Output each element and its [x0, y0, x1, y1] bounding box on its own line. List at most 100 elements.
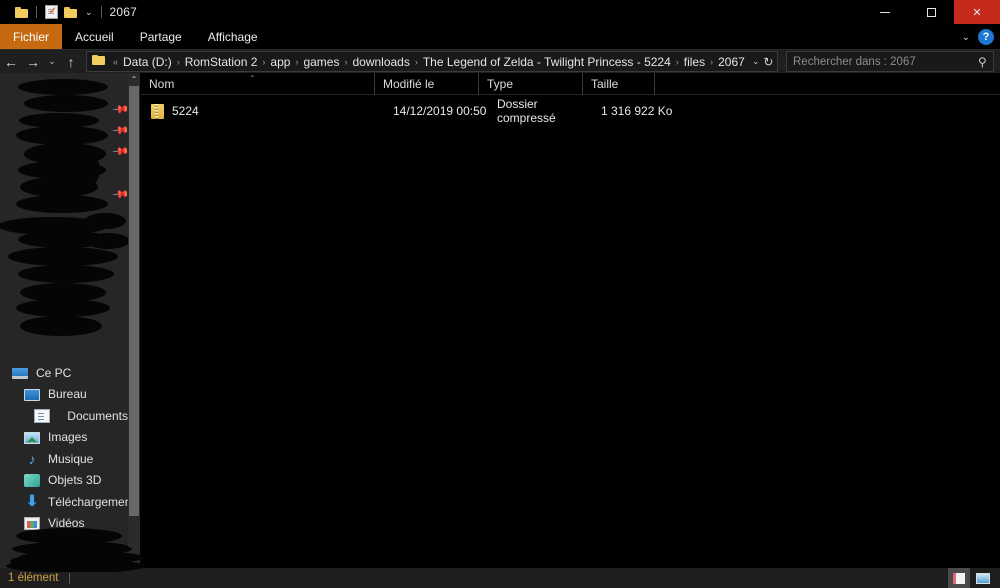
- tab-fichier[interactable]: Fichier: [0, 24, 63, 50]
- ribbon-tabbar: Fichier Accueil Partage Affichage ⌄ ?: [0, 24, 1000, 50]
- details-view-button[interactable]: [948, 568, 970, 588]
- close-button[interactable]: ✕: [954, 0, 1000, 24]
- sidebar-item-ce-pc[interactable]: Ce PC: [0, 362, 128, 384]
- objects-3d-icon: [24, 474, 40, 488]
- forward-button[interactable]: →: [22, 50, 44, 73]
- table-row[interactable]: 5224 14/12/2019 00:50 Dossier compressé …: [141, 97, 1000, 125]
- up-button[interactable]: ↑: [60, 50, 82, 73]
- computer-icon: [12, 367, 28, 379]
- breadcrumb-item-2067[interactable]: 2067: [715, 55, 748, 69]
- tab-affichage[interactable]: Affichage: [195, 24, 271, 50]
- cell-nom: 5224: [172, 104, 199, 118]
- cell-modifie-le: 14/12/2019 00:50: [393, 104, 487, 118]
- breadcrumb-item-zelda[interactable]: The Legend of Zelda - Twilight Princess …: [420, 55, 674, 69]
- scroll-up-arrow-icon[interactable]: ⌃: [128, 73, 140, 86]
- column-header-modifie-le[interactable]: Modifié le: [374, 72, 478, 95]
- address-bar: ← → ⌄ ↑ « Data (D:) › RomStation 2 › app…: [0, 50, 1000, 73]
- documents-icon: [33, 408, 50, 423]
- music-icon: ♪: [28, 450, 36, 467]
- sidebar-item-label: Ce PC: [36, 365, 72, 380]
- search-icon[interactable]: ⚲: [978, 55, 987, 69]
- breadcrumb-item-games[interactable]: games: [300, 55, 342, 69]
- sidebar-item-musique[interactable]: ♪ Musique: [0, 448, 128, 470]
- column-header-spacer: [654, 72, 664, 95]
- refresh-icon[interactable]: ↻: [763, 55, 777, 69]
- back-button[interactable]: ←: [0, 50, 22, 73]
- sidebar-item-label: Bureau: [48, 387, 87, 402]
- explorer-window: ✓ ⌄ 2067 ✕ Fichier Accueil Partage Affic…: [0, 0, 1000, 588]
- breadcrumb-item-app[interactable]: app: [267, 55, 293, 69]
- breadcrumb-folder-icon: [92, 53, 106, 71]
- downloads-icon: ⬇: [25, 492, 39, 510]
- column-header-nom[interactable]: Nom ⌃: [141, 73, 374, 95]
- minimize-button[interactable]: [862, 0, 908, 24]
- customize-qat-chevron-icon[interactable]: ⌄: [81, 0, 97, 24]
- breadcrumb-overflow-icon[interactable]: «: [111, 57, 120, 67]
- file-list-pane: Nom ⌃ Modifié le Type Taille 5224 14/12/…: [141, 72, 1000, 568]
- sidebar-item-bureau[interactable]: Bureau: [0, 384, 128, 406]
- breadcrumb-item-data-d[interactable]: Data (D:): [120, 55, 175, 69]
- pictures-icon: [24, 432, 40, 445]
- breadcrumb-dropdown-chevron-icon[interactable]: ⌄: [748, 56, 764, 67]
- sort-ascending-icon: ⌃: [249, 73, 256, 83]
- cell-type: Dossier compressé: [497, 97, 556, 125]
- new-folder-icon[interactable]: [61, 0, 81, 24]
- sidebar-item-label: Musique: [48, 451, 94, 466]
- window-controls: ✕: [862, 0, 1000, 24]
- properties-icon[interactable]: ✓: [41, 0, 61, 24]
- breadcrumb-separator[interactable]: ›: [260, 57, 267, 67]
- title-bar: ✓ ⌄ 2067 ✕: [0, 0, 1000, 24]
- column-header-taille[interactable]: Taille: [582, 72, 654, 95]
- breadcrumb-separator[interactable]: ›: [708, 57, 715, 67]
- window-title: 2067: [109, 5, 138, 19]
- maximize-button[interactable]: [908, 0, 954, 24]
- column-header-type[interactable]: Type: [478, 72, 582, 95]
- ribbon-right-controls: ⌄ ?: [962, 24, 994, 50]
- breadcrumb-item-downloads[interactable]: downloads: [349, 55, 412, 69]
- view-mode-buttons: [948, 568, 994, 588]
- quick-access-toolbar: ✓ ⌄ 2067: [0, 0, 137, 24]
- help-icon[interactable]: ?: [978, 29, 994, 45]
- zip-folder-icon: [151, 103, 164, 119]
- expand-ribbon-chevron-icon[interactable]: ⌄: [962, 32, 970, 43]
- videos-icon: [24, 517, 40, 531]
- pin-icon: 📌: [111, 142, 128, 161]
- breadcrumb-item-romstation-2[interactable]: RomStation 2: [182, 55, 261, 69]
- divider: [68, 572, 70, 584]
- redacted-region-statusbar: [0, 542, 170, 572]
- sidebar-item-label: Objets 3D: [48, 473, 102, 488]
- divider: [36, 6, 37, 18]
- sidebar-item-label: Téléchargements: [48, 494, 128, 509]
- desktop-icon: [24, 389, 40, 402]
- breadcrumb-separator[interactable]: ›: [342, 57, 349, 67]
- breadcrumb-separator[interactable]: ›: [175, 57, 182, 67]
- scrollbar-thumb[interactable]: [129, 86, 139, 516]
- large-icons-view-button[interactable]: [972, 568, 994, 588]
- breadcrumb-separator[interactable]: ›: [674, 57, 681, 67]
- sidebar-item-label: Documents: [67, 408, 128, 423]
- item-count-label: 1 élément: [8, 572, 59, 584]
- sidebar-item-documents[interactable]: Documents: [0, 405, 128, 427]
- search-box[interactable]: Rechercher dans : 2067 ⚲: [786, 51, 994, 72]
- sidebar-item-telechargements[interactable]: ⬇ Téléchargements: [0, 491, 128, 513]
- cell-taille: 1 316 922 Ko: [601, 104, 673, 118]
- tab-accueil[interactable]: Accueil: [62, 24, 127, 50]
- navigation-pane[interactable]: 📌 📌 📌 📌 Ce PC Bureau Documents Images ♪ …: [0, 73, 128, 568]
- sidebar-item-objets-3d[interactable]: Objets 3D: [0, 470, 128, 492]
- sidebar-item-label: Images: [48, 430, 88, 445]
- breadcrumb[interactable]: « Data (D:) › RomStation 2 › app › games…: [86, 51, 778, 72]
- breadcrumb-item-files[interactable]: files: [681, 55, 708, 69]
- recent-locations-chevron-icon[interactable]: ⌄: [44, 50, 60, 73]
- breadcrumb-separator[interactable]: ›: [293, 57, 300, 67]
- divider: [100, 6, 102, 18]
- tab-partage[interactable]: Partage: [127, 24, 195, 50]
- column-header-row: Nom ⌃ Modifié le Type Taille: [141, 72, 1000, 95]
- pin-icon: 📌: [111, 185, 128, 204]
- sidebar-item-images[interactable]: Images: [0, 427, 128, 449]
- pin-icon: 📌: [111, 121, 128, 140]
- breadcrumb-separator[interactable]: ›: [413, 57, 420, 67]
- search-input[interactable]: Rechercher dans : 2067: [793, 56, 978, 68]
- folder-icon[interactable]: [12, 0, 32, 24]
- column-header-label: Nom: [149, 76, 175, 91]
- navigation-pane-scrollbar[interactable]: ⌃ ⌄: [128, 73, 140, 568]
